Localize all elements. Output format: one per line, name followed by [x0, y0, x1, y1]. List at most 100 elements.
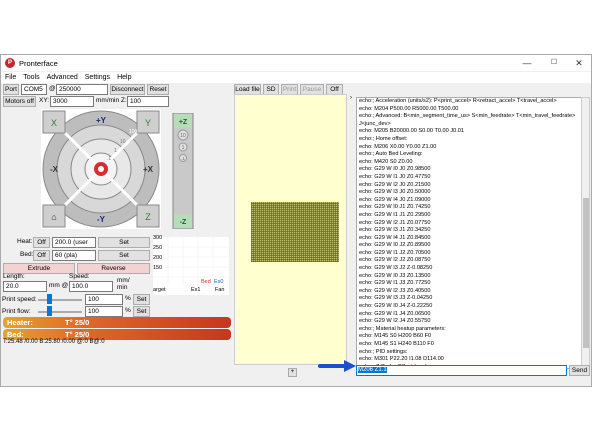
heater-bar-label: Heater:	[7, 318, 33, 327]
console-line: echo: G29 W I2 J2 Z0.08750	[359, 257, 431, 264]
annotation-arrow-head	[344, 360, 356, 372]
y-minus-label[interactable]: -Y	[97, 215, 106, 224]
graph-legend-ex0: Ex0	[214, 279, 224, 285]
z-step-1-label: 1	[182, 145, 185, 151]
menu-file[interactable]: File	[5, 74, 16, 81]
console-line: echo: M206 X0.00 Y0.00 Z1.00	[359, 143, 437, 150]
length-input[interactable]: 20.0	[3, 281, 47, 292]
heater-bar-value: T° 25/0	[65, 318, 90, 327]
graph-legend-target: arget	[153, 287, 166, 293]
add-icon[interactable]: +	[288, 368, 297, 377]
xy-jog-control[interactable]: X Y ⌂ Z +Y -Y -X +X 100 10 1 .1	[41, 109, 161, 229]
port-button[interactable]: Port	[3, 84, 19, 95]
z-plus-label: +Z	[179, 119, 188, 126]
console-line: echo: G29 W I0 J2 Z0.89500	[359, 242, 431, 249]
console-scrollbar[interactable]	[581, 97, 590, 369]
close-icon[interactable]: ✕	[567, 55, 591, 71]
speed-label: Speed:	[69, 273, 90, 280]
menu-help[interactable]: Help	[117, 74, 131, 81]
menu-tools[interactable]: Tools	[23, 74, 39, 81]
graph-tick-250: 250	[153, 245, 163, 251]
bed-off-button[interactable]: Off	[33, 250, 50, 261]
bed-bar-label: Bed:	[7, 330, 24, 339]
console-line: echo: G29 W I0 J1 Z0.74250	[359, 204, 431, 211]
xy-label: XY:	[39, 97, 50, 104]
step-1-label: 1	[114, 148, 117, 154]
z-jog-control[interactable]: +Z 10 1 .1 -Z	[171, 113, 195, 229]
xy-feedrate-input[interactable]: 3000	[50, 96, 94, 107]
bed-mesh-preview	[251, 202, 339, 262]
print-speed-label: Print speed:	[2, 296, 37, 303]
heat-temp-select[interactable]: 200.0 (user	[52, 237, 96, 248]
console-line: echo:; Material heatup parameters:	[359, 325, 446, 332]
print-speed-input[interactable]: 100	[85, 294, 123, 305]
print-speed-pct: %	[125, 295, 131, 302]
heat-label: Heat:	[17, 238, 33, 245]
x-minus-label[interactable]: -X	[50, 165, 59, 174]
port-select[interactable]: COM5	[21, 84, 47, 95]
disconnect-button[interactable]: Disconnect	[110, 84, 145, 95]
print-speed-slider-handle[interactable]	[47, 294, 52, 304]
temperature-status-line: T:25.48 /0.00 B:25.80 /0.00 @:0 B@:0	[3, 339, 105, 345]
console-scrollbar-thumb[interactable]	[583, 198, 589, 348]
heat-set-button[interactable]: Set	[98, 237, 150, 248]
step-10-label: 10	[120, 139, 126, 145]
step-100-label: 100	[129, 129, 138, 135]
console-line: echo: G29 W I2 J0 Z0.21500	[359, 181, 431, 188]
mm-min-z-label: mm/min Z:	[96, 97, 127, 104]
console-line: echo: G29 W I1 J3 Z0.77250	[359, 280, 431, 287]
console-line: echo: G29 W I3 J0 Z0.50000	[359, 189, 431, 196]
console-line: echo:; PID settings:	[359, 348, 408, 355]
z-feedrate-input[interactable]: 100	[127, 96, 169, 107]
print-flow-slider[interactable]	[38, 311, 82, 313]
y-plus-label[interactable]: +Y	[96, 116, 107, 125]
reset-button[interactable]: Reset	[147, 84, 169, 95]
console-line: echo:; Acceleration (units/s2): P<print_…	[359, 98, 557, 104]
minimize-icon[interactable]: —	[515, 55, 539, 71]
print-preview-panel[interactable]	[234, 94, 347, 365]
send-button[interactable]: Send	[569, 365, 590, 376]
bed-temp-select[interactable]: 60 (pla)	[52, 250, 96, 261]
x-plus-label[interactable]: +X	[143, 165, 154, 174]
graph-tick-300: 300	[153, 235, 163, 241]
z-step-01-label: .1	[181, 156, 185, 161]
command-input[interactable]: M206 Z1.1	[356, 365, 567, 376]
maximize-icon[interactable]: ☐	[542, 55, 566, 71]
home-y-label: Y	[145, 118, 151, 128]
print-flow-input[interactable]: 100	[85, 306, 123, 317]
graph-tick-200: 200	[153, 255, 163, 261]
heater-temp-bar: Heater: T° 25/0	[3, 317, 231, 328]
menu-settings[interactable]: Settings	[85, 74, 110, 81]
bed-set-button[interactable]: Set	[98, 250, 150, 261]
console-line: echo: G29 W I4 J0 Z1.09000	[359, 196, 431, 203]
console-log[interactable]: echo:; Acceleration (units/s2): P<print_…	[356, 97, 582, 369]
temperature-graph: 300 250 200 150 Bed Ex0 arget Ex1 Fan	[153, 235, 229, 295]
print-flow-slider-handle[interactable]	[47, 306, 52, 316]
title-bar: P Pronterface — ☐ ✕	[1, 55, 591, 71]
heat-off-button[interactable]: Off	[33, 237, 50, 248]
motors-off-button[interactable]: Motors off	[3, 96, 36, 107]
pronterface-logo-icon: P	[5, 58, 15, 68]
console-line: echo: M301 P22.20 I1.08 D114.00	[359, 356, 444, 363]
menu-advanced[interactable]: Advanced	[47, 74, 78, 81]
console-line: echo: G29 W I2 J1 Z0.07750	[359, 219, 431, 226]
console-line: echo: G29 W I3 J1 Z0.34250	[359, 227, 431, 234]
graph-legend-ex1: Ex1	[191, 287, 201, 293]
print-speed-set-button[interactable]: Set	[133, 294, 150, 305]
home-z-label: Z	[145, 212, 151, 222]
console-collapse-icon[interactable]: ›	[347, 95, 355, 104]
length-label: Length:	[3, 273, 25, 280]
speed-input[interactable]: 100.0	[69, 281, 113, 292]
print-flow-set-button[interactable]: Set	[133, 306, 150, 317]
console-line: echo: G29 W I0 J0 Z0.98500	[359, 166, 431, 173]
z-step-10-label: 10	[180, 133, 186, 139]
console-line: echo: G29 W I3 J3 Z-0.04250	[359, 295, 433, 302]
console-line: echo: G29 W I0 J4 Z-0.22250	[359, 303, 433, 310]
print-speed-slider[interactable]	[38, 299, 82, 301]
console-line: echo: G29 W I4 J1 Z0.84500	[359, 234, 431, 241]
graph-legend-bed: Bed	[201, 279, 211, 285]
baud-select[interactable]: 250000	[56, 84, 108, 95]
console-line: echo:; Home offset:	[359, 135, 408, 142]
annotation-arrow-icon	[318, 360, 356, 372]
console-line: echo: M145 S1 H240 B110 F0	[359, 341, 434, 347]
